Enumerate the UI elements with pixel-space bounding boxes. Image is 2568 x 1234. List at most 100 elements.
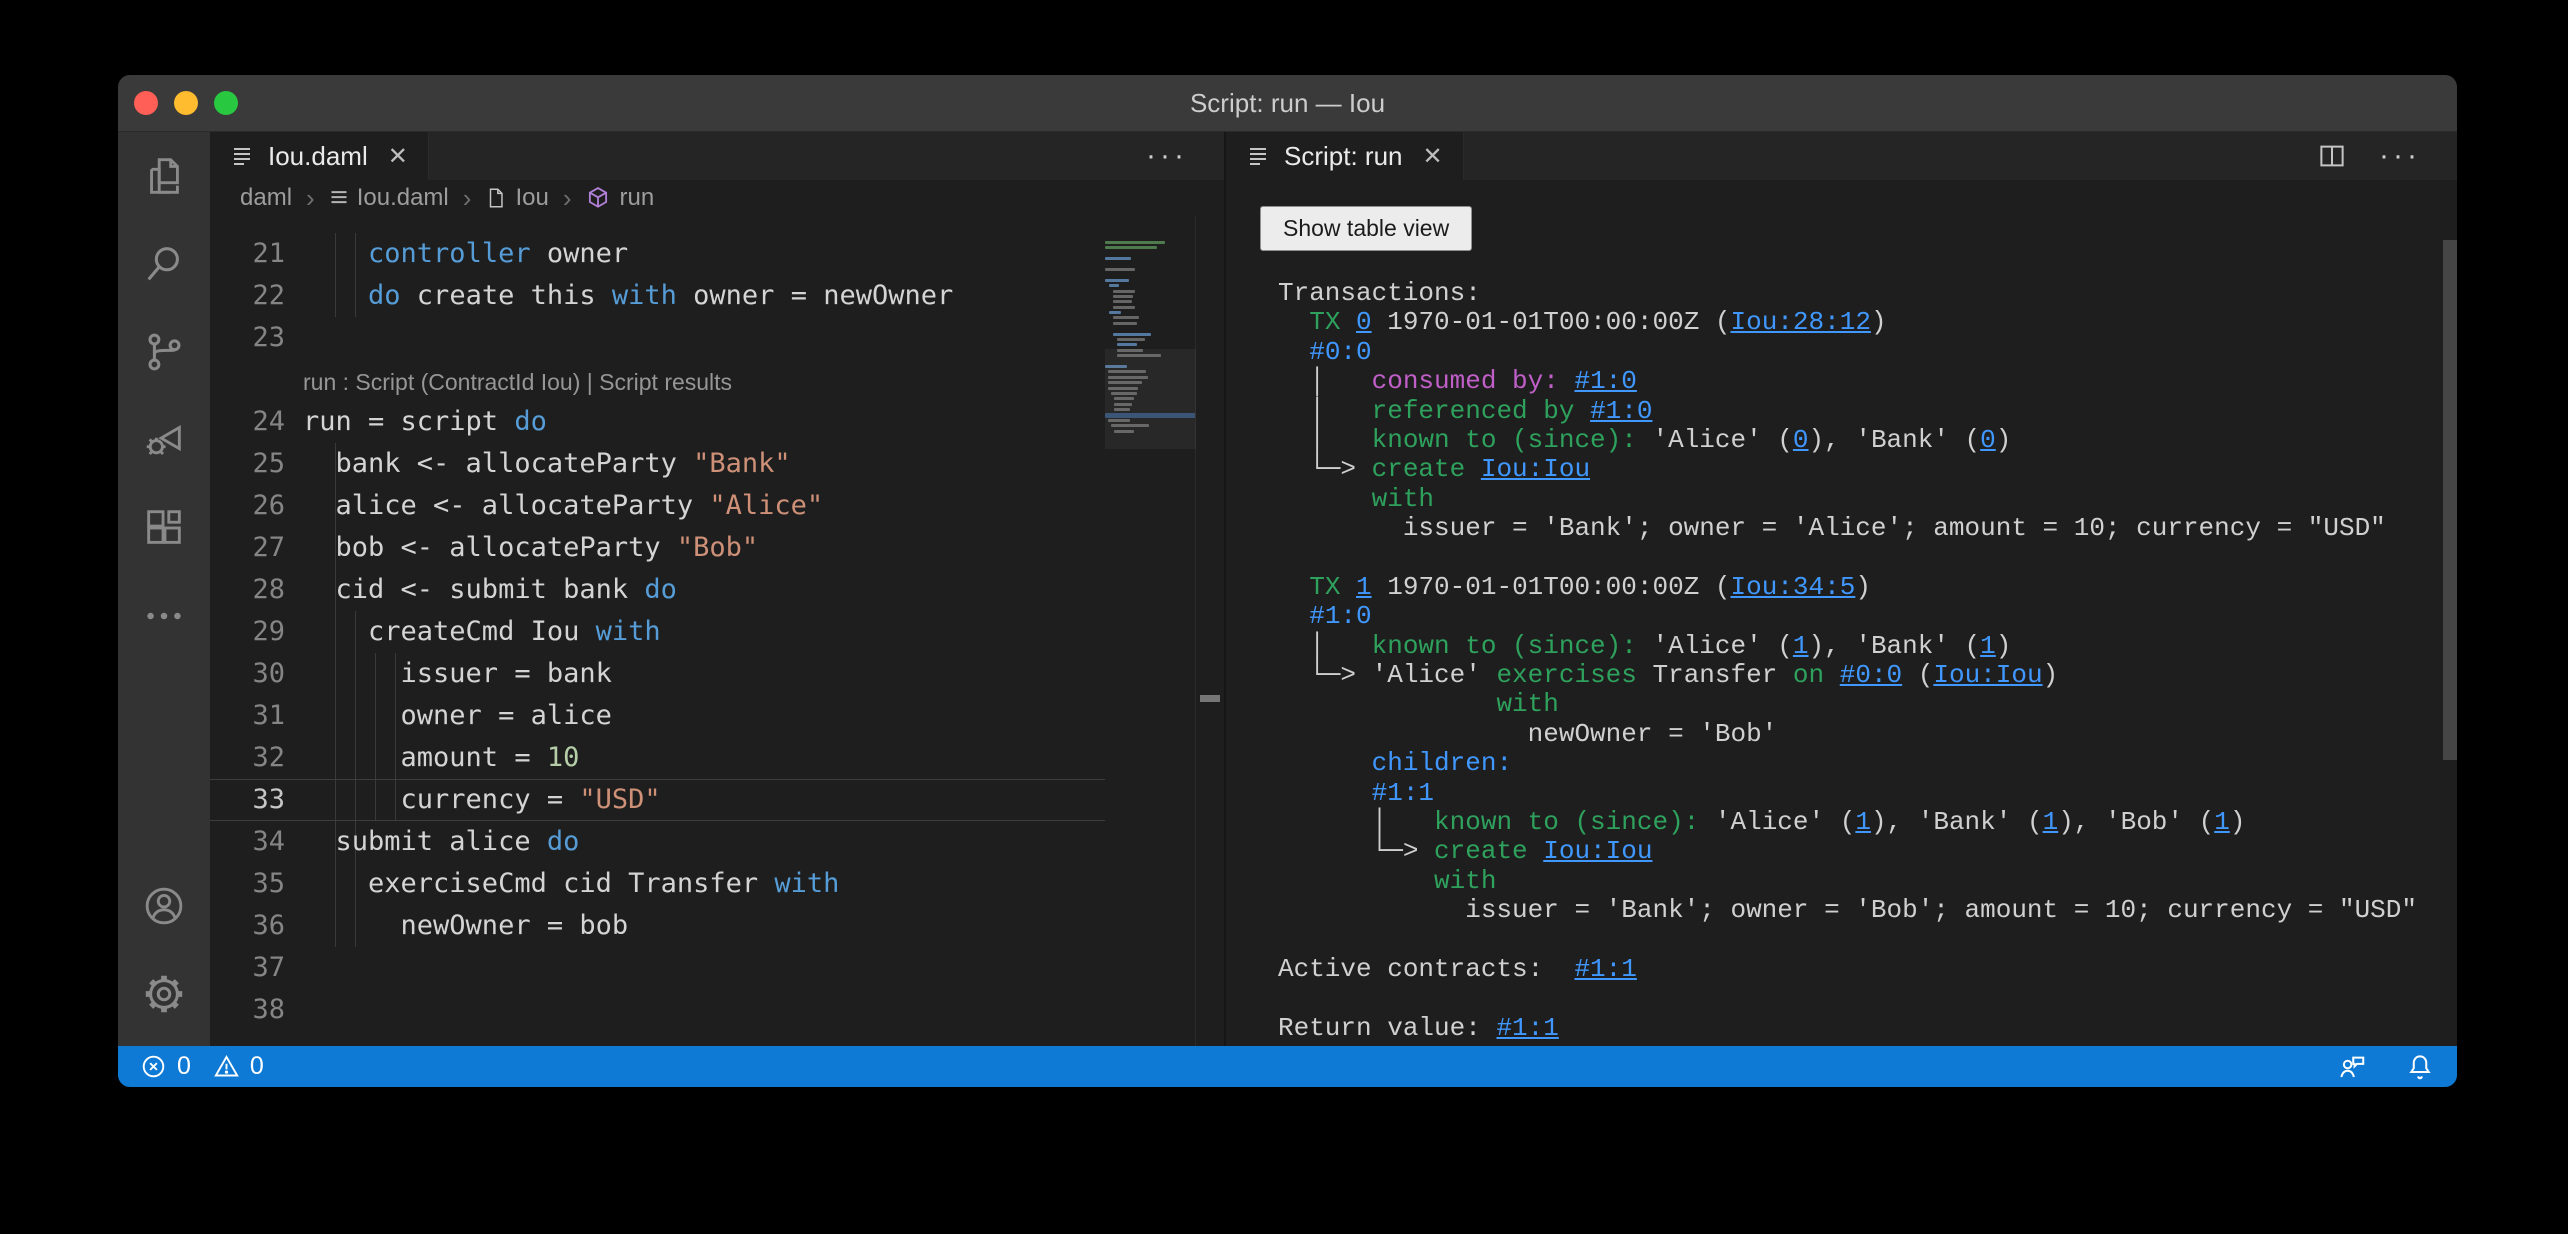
tx-link[interactable]: 0: [1793, 425, 1809, 455]
split-editor-icon[interactable]: [2317, 141, 2347, 171]
code-line: 23: [210, 317, 1105, 359]
breadcrumb-file[interactable]: Iou.daml: [329, 184, 449, 212]
tab-script-run[interactable]: Script: run ✕: [1226, 132, 1464, 180]
minimap-line: [1105, 338, 1196, 341]
source-control-icon[interactable]: [118, 308, 210, 396]
code-lines: 21 controller owner22 do create this wit…: [210, 216, 1224, 1031]
tab-label: Script: run: [1284, 141, 1403, 172]
settings-gear-icon[interactable]: [118, 950, 210, 1038]
minimap-line: [1105, 246, 1196, 249]
tx-output-line: Transactions:: [1278, 279, 2457, 308]
tx-link[interactable]: #0:0: [1840, 660, 1902, 690]
tx-output-line: │ known to (since): 'Alice' (1), 'Bank' …: [1278, 632, 2457, 661]
tab-iou-daml[interactable]: Iou.daml ✕: [210, 132, 429, 180]
tx-link[interactable]: 1: [2043, 807, 2059, 837]
tx-output-line: #1:1: [1278, 779, 2457, 808]
breadcrumb-daml[interactable]: daml: [240, 184, 292, 212]
minimap-line: [1105, 252, 1196, 255]
tx-link[interactable]: 0: [1980, 425, 1996, 455]
title-bar[interactable]: Script: run — Iou: [118, 75, 2457, 132]
transactions-output: Transactions: TX 0 1970-01-01T00:00:00Z …: [1278, 279, 2457, 1043]
panel-more-actions-icon[interactable]: ···: [2379, 139, 2421, 173]
tab-close-icon[interactable]: ✕: [388, 142, 408, 171]
breadcrumb-symbol-run[interactable]: run: [585, 184, 654, 212]
minimize-window-icon[interactable]: [174, 91, 198, 115]
problems-status[interactable]: 0 0: [140, 1052, 276, 1081]
code-editor[interactable]: 21 controller owner22 do create this wit…: [210, 216, 1224, 1046]
minimap-line: [1105, 327, 1196, 330]
tx-link[interactable]: 1: [2214, 807, 2230, 837]
run-debug-icon[interactable]: [118, 396, 210, 484]
tx-output-line: [1278, 984, 2457, 1013]
tx-link[interactable]: #1:1: [1574, 954, 1636, 984]
line-number: 37: [210, 947, 285, 989]
feedback-icon[interactable]: [2337, 1052, 2367, 1082]
tab-label: Iou.daml: [268, 141, 368, 172]
tx-output-line: newOwner = 'Bob': [1278, 720, 2457, 749]
editor-more-actions-icon[interactable]: ···: [1146, 139, 1188, 173]
tx-output-line: └─> 'Alice' exercises Transfer on #0:0 (…: [1278, 661, 2457, 690]
extensions-icon[interactable]: [118, 484, 210, 572]
traffic-lights: [134, 91, 238, 115]
tx-output-line: [1278, 926, 2457, 955]
tx-output-line: #1:0: [1278, 602, 2457, 631]
tx-link[interactable]: Iou:34:5: [1731, 572, 1856, 602]
tx-link[interactable]: #1:0: [1574, 366, 1636, 396]
account-icon[interactable]: [118, 862, 210, 950]
code-line: 30 issuer = bank: [210, 653, 1105, 695]
minimap-line: [1105, 295, 1196, 298]
tx-link[interactable]: #1:1: [1496, 1013, 1558, 1043]
tab-close-icon[interactable]: ✕: [1423, 142, 1443, 171]
code-line: 22 do create this with owner = newOwner: [210, 275, 1105, 317]
explorer-icon[interactable]: [118, 132, 210, 220]
tx-output-line: Return value: #1:1: [1278, 1014, 2457, 1043]
tx-link[interactable]: 0: [1356, 307, 1372, 337]
code-line: 21 controller owner: [210, 233, 1105, 275]
show-table-view-button[interactable]: Show table view: [1260, 206, 1472, 251]
breadcrumb-module[interactable]: Iou: [485, 184, 548, 212]
minimap-line: [1105, 316, 1196, 319]
tx-link[interactable]: Iou:Iou: [1933, 660, 2042, 690]
line-number: 27: [210, 527, 285, 569]
chevron-right-icon: ›: [300, 183, 321, 214]
tx-link[interactable]: 1: [1356, 572, 1372, 602]
minimap-line: [1105, 273, 1196, 276]
tx-output-line: with: [1278, 690, 2457, 719]
cube-symbol-icon: [585, 185, 611, 211]
more-actions-icon[interactable]: [118, 572, 210, 660]
tx-link[interactable]: #1:0: [1590, 396, 1652, 426]
tx-link[interactable]: Iou:Iou: [1543, 836, 1652, 866]
line-number: 24: [210, 401, 285, 443]
minimap-line: [1105, 257, 1196, 260]
tx-link[interactable]: Iou:28:12: [1731, 307, 1871, 337]
minimap-slider[interactable]: [1105, 349, 1196, 449]
minimap-line: [1105, 306, 1196, 309]
tx-link[interactable]: 1: [1855, 807, 1871, 837]
line-number: 34: [210, 821, 285, 863]
daml-file-icon: [329, 188, 349, 208]
code-line: 31 owner = alice: [210, 695, 1105, 737]
tx-output-line: children:: [1278, 749, 2457, 778]
minimap-line: [1105, 333, 1196, 336]
zoom-window-icon[interactable]: [214, 91, 238, 115]
close-window-icon[interactable]: [134, 91, 158, 115]
tx-link[interactable]: Iou:Iou: [1481, 454, 1590, 484]
window-title: Script: run — Iou: [1190, 88, 1385, 119]
line-number: 21: [210, 233, 285, 275]
vscode-window: Script: run — Iou: [118, 75, 2457, 1087]
codelens-link[interactable]: run : Script (ContractId Iou) | Script r…: [210, 359, 1224, 401]
minimap-line: [1105, 300, 1196, 303]
tx-output-line: │ known to (since): 'Alice' (0), 'Bank' …: [1278, 426, 2457, 455]
minimap-line: [1105, 268, 1196, 271]
panel-scrollbar[interactable]: [2443, 240, 2457, 760]
line-number: 25: [210, 443, 285, 485]
tx-link[interactable]: 1: [1980, 631, 1996, 661]
line-number: 35: [210, 863, 285, 905]
tx-link[interactable]: 1: [1793, 631, 1809, 661]
code-line: 25 bank <- allocateParty "Bank": [210, 443, 1105, 485]
editor-group: Iou.daml ✕ ··· daml › Iou.daml › Iou ›: [210, 132, 1224, 1046]
overview-ruler[interactable]: [1195, 216, 1224, 1046]
search-icon[interactable]: [118, 220, 210, 308]
code-line: 33 currency = "USD": [210, 779, 1105, 821]
notifications-bell-icon[interactable]: [2405, 1052, 2435, 1082]
